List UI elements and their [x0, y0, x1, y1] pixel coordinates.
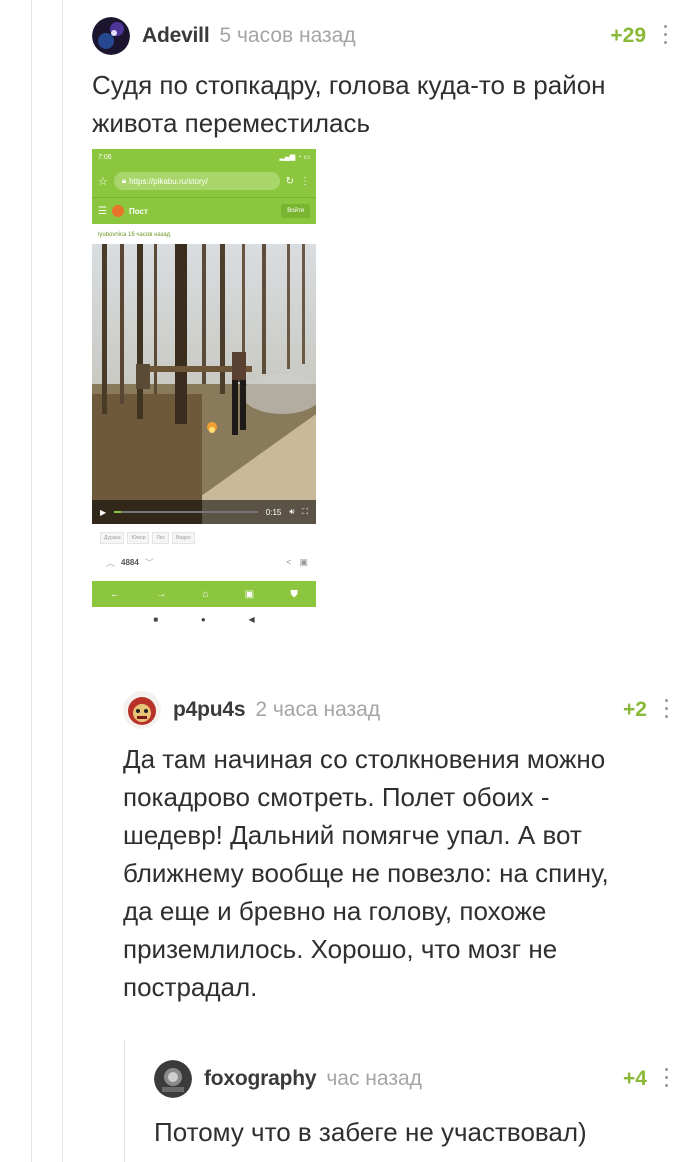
login-button: Войти	[281, 204, 310, 218]
avatar[interactable]	[92, 17, 130, 55]
fullscreen-icon: ⛶	[302, 507, 308, 516]
system-nav: ■ ● ◀	[92, 609, 316, 629]
post-meta: lyubovnica 16 часов назад	[98, 232, 171, 238]
browser-url-bar: ☆ 🔒︎ https://pikabu.ru/story/ ↻ ⋮	[92, 165, 316, 197]
video-controls: ▶ 0:15 🔊︎ ⛶	[92, 500, 316, 524]
comment-time[interactable]: час назад	[326, 1067, 422, 1091]
site-navbar: ☰ Пост Войти	[92, 197, 316, 224]
thread-line-level1	[62, 0, 63, 1162]
tag: Видео	[172, 532, 195, 544]
comment-text: Да там начиная со столкновения можно пок…	[123, 740, 673, 1006]
more-options-icon[interactable]	[659, 696, 673, 720]
browser-bottom-nav: ← → ⌂ ▣ ⛊	[92, 581, 316, 607]
nav-title: Пост	[128, 206, 148, 216]
comment-rating: +4	[623, 1067, 647, 1090]
text-line: да еще и бревно на голову, похоже	[123, 896, 547, 926]
play-icon: ▶	[100, 507, 107, 517]
forward-icon: →	[156, 588, 167, 600]
tag-list: Дураки Юмор Лес Видео	[92, 524, 316, 544]
tag: Юмор	[127, 532, 150, 544]
more-options-icon[interactable]	[658, 22, 672, 46]
url-text: https://pikabu.ru/story/	[129, 176, 208, 186]
author-name[interactable]: foxography	[204, 1067, 317, 1091]
menu-icon: ☰	[98, 205, 107, 217]
downvote-icon: ﹀	[144, 557, 154, 568]
pikabu-logo	[111, 205, 124, 217]
comment-rating: +29	[610, 24, 646, 47]
save-icon: ▣	[299, 556, 308, 567]
home-icon: ⌂	[202, 588, 209, 600]
text-line: шедевр! Дальний помягче упал. А вот	[123, 820, 582, 850]
lock-icon: 🔒︎	[121, 176, 127, 185]
share-icon: <	[286, 556, 292, 567]
url-field: 🔒︎ https://pikabu.ru/story/	[113, 172, 280, 190]
text-line: покадрово смотреть. Полет обоих -	[123, 782, 550, 812]
comment-rating: +2	[623, 698, 647, 721]
thread-line-level2	[124, 1040, 125, 1162]
status-time: 7:06	[98, 153, 112, 161]
author-name[interactable]: Adevill	[142, 24, 210, 48]
shield-icon: ⛊	[290, 588, 298, 600]
back-icon: ←	[110, 588, 121, 600]
avatar[interactable]	[123, 691, 161, 729]
signal-icon: ▂▄▆ ◔ ▭	[279, 154, 310, 161]
volume-icon: 🔊︎	[289, 507, 295, 516]
more-options-icon[interactable]	[659, 1065, 673, 1089]
text-line: приземлилось. Хорошо, что мозг не	[123, 934, 558, 964]
comment-adevill: Adevill 5 часов назад +29 Судя по стопка…	[92, 16, 672, 142]
vote-row: ︿ 4884 ﹀ < ▣	[92, 544, 316, 570]
tag: Дураки	[100, 532, 125, 544]
thread-line-root	[31, 0, 32, 1162]
text-line: ближнему вообще не повезло: на спину,	[123, 858, 609, 888]
comment-text: Потому что в забеге не участвовал)	[154, 1113, 673, 1151]
video-progress	[114, 511, 258, 513]
video-frame: ▶ 0:15 🔊︎ ⛶	[92, 244, 316, 524]
text-line: Да там начиная со столкновения можно	[123, 744, 606, 774]
tag: Лес	[152, 532, 170, 544]
comment-header: foxography час назад +4	[154, 1059, 673, 1099]
attached-screenshot[interactable]: 7:06 ▂▄▆ ◔ ▭ ☆ 🔒︎ https://pikabu.ru/stor…	[92, 149, 316, 629]
text-line: Потому что в забеге не участвовал)	[154, 1117, 587, 1147]
upvote-icon: ︿	[106, 557, 116, 568]
comment-header: p4pu4s 2 часа назад +2	[123, 690, 673, 730]
star-icon: ☆	[98, 175, 108, 188]
author-name[interactable]: p4pu4s	[173, 698, 246, 722]
system-back-icon: ◀	[248, 614, 255, 624]
vote-count: 4884	[121, 557, 139, 567]
tabs-icon: ▣	[244, 588, 255, 600]
overflow-icon: ⋮	[300, 175, 310, 187]
recents-icon: ■	[153, 614, 159, 624]
comment-header: Adevill 5 часов назад +29	[92, 16, 672, 56]
text-line: Судя по стопкадру, голова куда-то в райо…	[92, 70, 606, 100]
video-time: 0:15	[265, 507, 282, 517]
reload-icon: ↻	[285, 175, 294, 187]
avatar[interactable]	[154, 1060, 192, 1098]
status-bar: 7:06 ▂▄▆ ◔ ▭	[92, 149, 316, 165]
comment-p4pu4s: p4pu4s 2 часа назад +2 Да там начиная со…	[123, 690, 673, 1006]
home-circle-icon: ●	[200, 614, 206, 624]
text-line: живота переместилась	[92, 108, 371, 138]
text-line: пострадал.	[123, 972, 258, 1002]
comment-time[interactable]: 2 часа назад	[255, 698, 380, 722]
forest-scene-image	[92, 244, 316, 524]
comment-time[interactable]: 5 часов назад	[219, 24, 355, 48]
comment-foxography: foxography час назад +4 Потому что в заб…	[154, 1059, 673, 1151]
comment-text: Судя по стопкадру, голова куда-то в райо…	[92, 66, 672, 142]
